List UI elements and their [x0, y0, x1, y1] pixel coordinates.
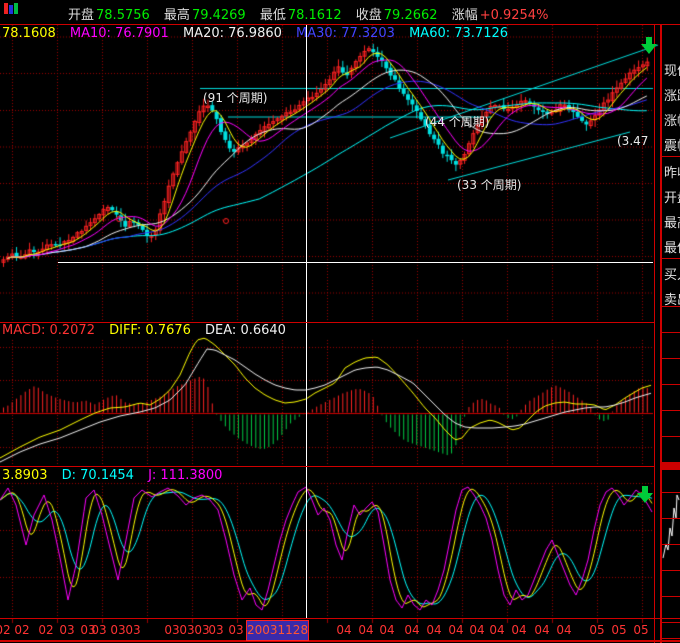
side-label-4: 昨收 — [664, 166, 680, 181]
high-label: 最高 — [163, 8, 190, 23]
side-grid-line — [662, 596, 680, 597]
side-separator — [662, 258, 680, 259]
down-arrow-marker-main — [641, 37, 657, 54]
date-tick-label: 02 — [14, 623, 30, 637]
side-separator — [662, 156, 680, 157]
kdj-panel-divider — [0, 466, 654, 467]
quote-header: 开盘 78.5756 最高 79.4269 最低 78.1612 收盘 79.2662 … — [58, 4, 548, 23]
date-tick-label: 05 — [633, 623, 649, 637]
dea-value: DEA: 0.6640 — [205, 323, 286, 338]
stock-chart-window: 开盘 78.5756 最高 79.4269 最低 78.1612 收盘 79.2662 … — [0, 0, 680, 643]
macd-panel-divider — [0, 322, 654, 323]
change-value: +0.9254% — [479, 8, 549, 23]
side-grid-line — [662, 638, 680, 639]
side-grid-line — [662, 544, 680, 545]
date-tick-label: 04 — [358, 623, 374, 637]
date-tick-label: 05 — [589, 623, 605, 637]
date-tick-label: 03 — [194, 623, 210, 637]
date-tick-label: 04 — [336, 623, 352, 637]
side-grid-line — [662, 436, 680, 437]
right-panel-border-inner — [654, 24, 655, 643]
selected-date-badge[interactable]: 20031128 — [246, 620, 309, 641]
d-value: D: 70.1454 — [61, 468, 134, 483]
date-tick-label: 02 — [38, 623, 54, 637]
macd-value: MACD: 0.2072 — [2, 323, 95, 338]
side-label-5: 开盘 — [664, 191, 680, 206]
date-tick-label: 04 — [379, 623, 395, 637]
j-value: J: 111.3800 — [148, 468, 223, 483]
macd-values-row: MACD: 0.2072 DIFF: 0.7676 DEA: 0.6640 — [2, 324, 296, 338]
side-grid-line — [662, 410, 680, 411]
low-label: 最低 — [259, 8, 286, 23]
side-grid-line — [662, 384, 680, 385]
ma30-value: MA30: 77.3203 — [296, 26, 395, 41]
date-tick-label: 04 — [556, 623, 572, 637]
ma-values-row: 78.1608 MA10: 76.7901 MA20: 76.9860 MA30… — [2, 27, 518, 41]
date-tick-label: 04 — [426, 623, 442, 637]
ma60-value: MA60: 73.7126 — [409, 26, 509, 41]
date-tick-label: 04 — [511, 623, 527, 637]
side-label-7: 最低 — [664, 241, 680, 256]
side-grid-line — [662, 332, 680, 333]
quote-side-panel: 现价涨跌涨幅震幅昨收开盘最高最低买入卖出 — [662, 24, 680, 643]
date-tick-label: 02 — [0, 623, 11, 637]
annotation-44-periods: (44 个周期) — [425, 115, 490, 129]
date-tick-label: 03 — [228, 623, 244, 637]
change-label: 涨幅 — [451, 8, 478, 23]
date-axis[interactable]: 20031128 0202020303030303030303030304040… — [0, 620, 652, 643]
date-tick-label: 03 — [179, 623, 195, 637]
date-tick-label: 03 — [110, 623, 126, 637]
ma20-value: MA20: 76.9860 — [182, 26, 282, 41]
diff-value: DIFF: 0.7676 — [109, 323, 191, 338]
crosshair-vertical-line — [306, 24, 307, 618]
high-value: 79.4269 — [191, 8, 246, 23]
date-tick-label: 03 — [164, 623, 180, 637]
date-tick-label: 04 — [404, 623, 420, 637]
ma5-value: 78.1608 — [2, 26, 56, 41]
date-tick-label: 03 — [59, 623, 75, 637]
side-label-0: 现价 — [664, 64, 680, 79]
side-grid-line — [662, 570, 680, 571]
k-value: 3.8903 — [2, 468, 48, 483]
date-tick-label: 04 — [534, 623, 550, 637]
annotation-33-periods: (33 个周期) — [457, 178, 522, 192]
horizontal-price-line — [58, 262, 653, 263]
side-label-3: 震幅 — [664, 139, 680, 154]
side-grid-line — [662, 518, 680, 519]
down-arrow-marker-kdj — [637, 486, 653, 503]
open-label: 开盘 — [68, 8, 95, 23]
side-separator — [662, 306, 680, 307]
side-label-8: 买入 — [664, 268, 680, 283]
date-tick-label: 05 — [611, 623, 627, 637]
app-icon — [4, 2, 20, 15]
side-grid-line — [662, 622, 680, 623]
date-tick-label: 04 — [448, 623, 464, 637]
axis-divider — [0, 618, 680, 619]
header-divider — [0, 24, 680, 25]
date-tick-label: 03 — [208, 623, 224, 637]
close-value: 79.2662 — [383, 8, 438, 23]
side-label-6: 最高 — [664, 216, 680, 231]
side-grid-line — [662, 358, 680, 359]
ma10-value: MA10: 76.7901 — [69, 26, 169, 41]
date-tick-label: 04 — [489, 623, 505, 637]
side-red-band — [662, 462, 680, 470]
annotation-3-47: (3.47 — [617, 134, 649, 148]
annotation-91-periods: (91 个周期) — [203, 91, 268, 105]
open-value: 78.5756 — [96, 8, 150, 23]
close-label: 收盘 — [355, 8, 382, 23]
side-label-2: 涨幅 — [664, 114, 680, 129]
date-tick-label: 03 — [91, 623, 107, 637]
kdj-values-row: 3.8903 D: 70.1454 J: 111.3800 — [2, 469, 232, 483]
low-value: 78.1612 — [287, 8, 342, 23]
side-grid-line — [662, 492, 680, 493]
date-tick-label: 04 — [469, 623, 485, 637]
date-tick-label: 03 — [125, 623, 141, 637]
side-label-1: 涨跌 — [664, 89, 680, 104]
